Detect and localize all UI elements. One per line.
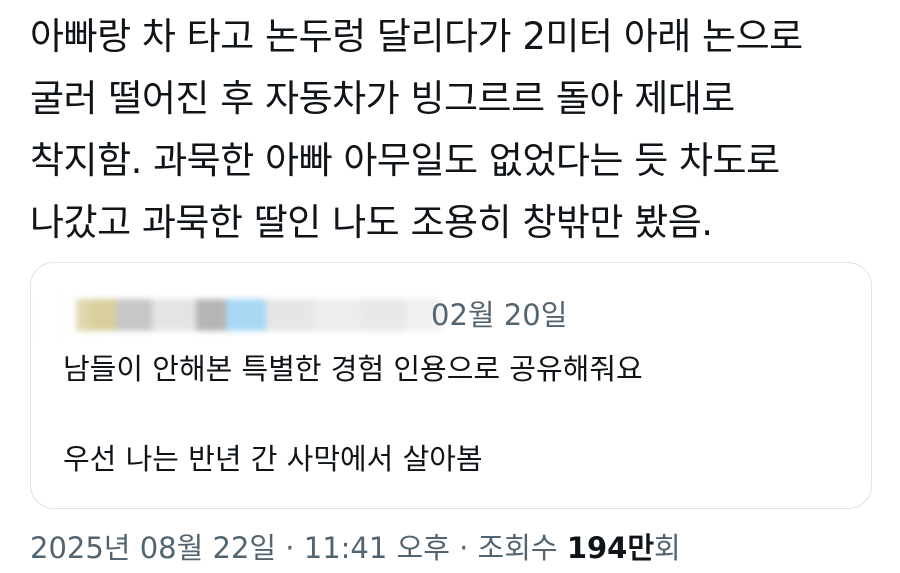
- view-count: 194만: [566, 531, 655, 565]
- quoted-tweet-text-line: 우선 나는 반년 간 사막에서 살아봄: [63, 442, 483, 476]
- tweet-timestamp[interactable]: 2025년 08월 22일 · 11:41 오후 · 조회수: [30, 531, 567, 565]
- blur-block: [152, 299, 196, 331]
- tweet-text-line: 아빠랑 차 타고 논두렁 달리다가 2미터 아래 논으로: [30, 15, 803, 58]
- view-count-suffix: 회: [654, 531, 681, 565]
- blur-block: [266, 299, 314, 331]
- tweet-meta: 2025년 08월 22일 · 11:41 오후 · 조회수 194만회: [30, 526, 681, 570]
- blur-block: [360, 299, 406, 331]
- quoted-tweet-text-line: 남들이 안해본 특별한 경험 인용으로 공유해줘요: [63, 352, 643, 386]
- quoted-tweet-header: 02월 20일: [31, 291, 631, 343]
- quoted-tweet-date[interactable]: 02월 20일: [431, 293, 567, 337]
- tweet-text-line: 착지함. 과묵한 아빠 아무일도 없었다는 듯 차도로: [30, 139, 780, 182]
- quoted-tweet-card[interactable]: 02월 20일 남들이 안해본 특별한 경험 인용으로 공유해줘요 우선 나는 …: [30, 262, 872, 509]
- blur-block: [226, 299, 266, 331]
- blur-fade: [36, 291, 96, 343]
- blur-block: [116, 299, 152, 331]
- tweet-text-line: 굴러 떨어진 후 자동차가 빙그르르 돌아 제대로: [30, 77, 735, 120]
- tweet-text: 아빠랑 차 타고 논두렁 달리다가 2미터 아래 논으로 굴러 떨어진 후 자동…: [30, 6, 880, 254]
- tweet-text-line: 나갔고 과묵한 딸인 나도 조용히 창밖만 봤음.: [30, 201, 713, 244]
- blurred-author-info: [36, 291, 446, 343]
- blur-block: [196, 299, 226, 331]
- blur-block: [314, 299, 360, 331]
